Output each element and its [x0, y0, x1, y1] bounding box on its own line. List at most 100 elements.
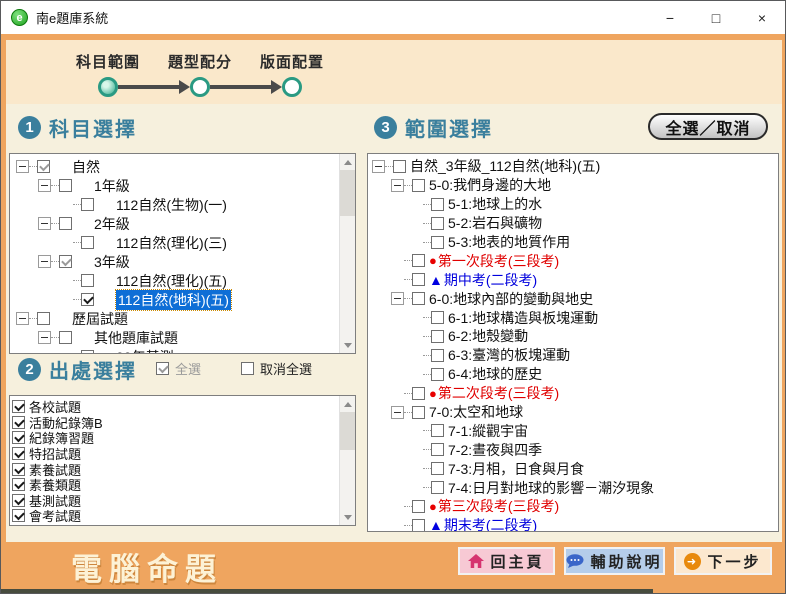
tree-row[interactable]: 2年級	[10, 214, 355, 233]
checkbox[interactable]	[431, 330, 444, 343]
checkbox[interactable]	[59, 331, 72, 344]
tree-label[interactable]: 5-2:岩石與礦物	[448, 213, 542, 233]
tree-label[interactable]: 5-3:地表的地質作用	[448, 232, 570, 252]
tree-row[interactable]: 112自然(生物)(一)	[10, 195, 355, 214]
checkbox[interactable]	[431, 462, 444, 475]
tree-label[interactable]: 112自然(地科)(五)	[116, 290, 231, 310]
tree-row[interactable]: ▲期中考(二段考)	[368, 270, 778, 289]
tree-row[interactable]: 3年級	[10, 252, 355, 271]
checkbox[interactable]	[37, 312, 50, 325]
tree-label[interactable]: 6-3:臺灣的板塊運動	[448, 345, 570, 365]
checkbox[interactable]	[412, 254, 425, 267]
tree-row[interactable]: ▲期末考(二段考)	[368, 516, 778, 532]
checkbox[interactable]	[81, 274, 94, 287]
tree-label[interactable]: 7-3:月相，日食與月食	[448, 459, 584, 479]
tree-row[interactable]: 7-0:太空和地球	[368, 403, 778, 422]
checkbox[interactable]	[12, 431, 25, 444]
checkbox[interactable]	[12, 478, 25, 491]
checkbox[interactable]	[412, 406, 425, 419]
checkbox[interactable]	[12, 400, 25, 413]
checkbox[interactable]	[431, 481, 444, 494]
checkbox[interactable]	[412, 273, 425, 286]
tree-row[interactable]: 7-4:日月對地球的影響－潮汐現象	[368, 478, 778, 497]
tree-row[interactable]: ●第一次段考(三段考)	[368, 251, 778, 270]
tree-label[interactable]: 6-4:地球的歷史	[448, 364, 542, 384]
tree-row[interactable]: 6-2:地殼變動	[368, 327, 778, 346]
tree-row[interactable]: 7-2:晝夜與四季	[368, 440, 778, 459]
expand-icon[interactable]	[38, 255, 51, 268]
checkbox[interactable]	[81, 198, 94, 211]
checkbox[interactable]	[393, 160, 406, 173]
checkbox[interactable]	[412, 179, 425, 192]
expand-icon[interactable]	[38, 179, 51, 192]
checkbox[interactable]	[12, 494, 25, 507]
tree-row[interactable]: 6-4:地球的歷史	[368, 365, 778, 384]
tree-label[interactable]: 1年級	[94, 176, 130, 196]
checkbox[interactable]	[412, 292, 425, 305]
checkbox[interactable]	[412, 387, 425, 400]
minimize-icon[interactable]: −	[647, 1, 693, 34]
tree-label[interactable]: 其他題庫試題	[94, 328, 178, 348]
expand-icon[interactable]	[38, 217, 51, 230]
checkbox[interactable]	[431, 368, 444, 381]
tree-label[interactable]: 第三次段考(三段考)	[438, 496, 559, 516]
deselect-all-checkbox[interactable]	[241, 362, 254, 375]
tree-label[interactable]: 自然_3年級_112自然(地科)(五)	[410, 156, 600, 176]
checkbox[interactable]	[12, 509, 25, 522]
tree-row[interactable]: 7-1:縱觀宇宙	[368, 421, 778, 440]
expand-icon[interactable]	[391, 292, 404, 305]
checkbox[interactable]	[59, 179, 72, 192]
select-all-toggle-button[interactable]: 全選／取消	[648, 113, 768, 140]
tree-label[interactable]: 期末考(二段考)	[444, 515, 537, 532]
list-item[interactable]: 會考試題	[10, 508, 355, 524]
tree-row[interactable]: 自然_3年級_112自然(地科)(五)	[368, 157, 778, 176]
tree-label[interactable]: 第二次段考(三段考)	[438, 383, 559, 403]
home-button[interactable]: 回主頁	[458, 547, 555, 575]
expand-icon[interactable]	[391, 406, 404, 419]
tree-row[interactable]: 5-2:岩石與礦物	[368, 214, 778, 233]
tree-row[interactable]: 112自然(地科)(五)	[10, 290, 355, 309]
tree-label[interactable]: 99年基測	[116, 347, 174, 355]
scroll-up-icon[interactable]	[340, 154, 356, 170]
subject-tree-scrollbar[interactable]	[339, 154, 355, 353]
help-button[interactable]: 輔助說明	[564, 547, 665, 575]
checkbox[interactable]	[431, 217, 444, 230]
checkbox[interactable]	[431, 349, 444, 362]
scrollbar-thumb[interactable]	[340, 412, 356, 450]
tree-row[interactable]: 6-3:臺灣的板塊運動	[368, 346, 778, 365]
maximize-icon[interactable]: □	[693, 1, 739, 34]
checkbox[interactable]	[12, 447, 25, 460]
checkbox[interactable]	[412, 519, 425, 532]
expand-icon[interactable]	[372, 160, 385, 173]
close-icon[interactable]: ×	[739, 1, 785, 34]
expand-icon[interactable]	[391, 179, 404, 192]
tree-row[interactable]: 112自然(理化)(三)	[10, 233, 355, 252]
checkbox[interactable]	[37, 160, 50, 173]
tree-row[interactable]: 其他題庫試題	[10, 328, 355, 347]
tree-row[interactable]: 5-3:地表的地質作用	[368, 233, 778, 252]
tree-row[interactable]: 7-3:月相，日食與月食	[368, 459, 778, 478]
tree-row[interactable]: 自然	[10, 157, 355, 176]
expand-icon[interactable]	[38, 331, 51, 344]
source-list-scrollbar[interactable]	[339, 396, 355, 525]
checkbox[interactable]	[431, 424, 444, 437]
tree-label[interactable]: 期中考(二段考)	[444, 270, 537, 290]
tree-row[interactable]: 99年基測	[10, 347, 355, 354]
tree-row[interactable]: 歷屆試題	[10, 309, 355, 328]
tree-row[interactable]: 6-1:地球構造與板塊運動	[368, 308, 778, 327]
scroll-down-icon[interactable]	[340, 509, 356, 525]
checkbox[interactable]	[431, 443, 444, 456]
scroll-down-icon[interactable]	[340, 337, 356, 353]
checkbox[interactable]	[59, 217, 72, 230]
expand-icon[interactable]	[16, 312, 29, 325]
tree-label[interactable]: 6-0:地球內部的變動與地史	[429, 289, 593, 309]
checkbox[interactable]	[431, 198, 444, 211]
tree-row[interactable]: 5-0:我們身邊的大地	[368, 176, 778, 195]
tree-row[interactable]: 5-1:地球上的水	[368, 195, 778, 214]
checkbox[interactable]	[81, 236, 94, 249]
checkbox[interactable]	[412, 500, 425, 513]
tree-row[interactable]: ●第二次段考(三段考)	[368, 384, 778, 403]
checkbox[interactable]	[12, 416, 25, 429]
tree-label[interactable]: 7-2:晝夜與四季	[448, 440, 542, 460]
checkbox[interactable]	[431, 311, 444, 324]
